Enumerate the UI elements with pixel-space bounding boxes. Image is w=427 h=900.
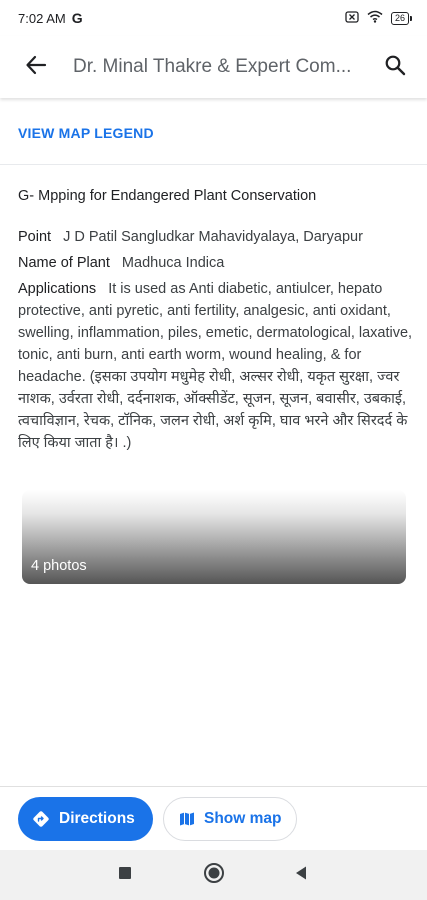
recents-square-icon <box>118 866 132 885</box>
place-details: G- Mpping for Endangered Plant Conservat… <box>18 186 413 458</box>
bottom-divider <box>0 786 427 787</box>
status-right: 26 <box>345 10 413 27</box>
directions-icon <box>32 810 50 828</box>
field-point: Point J D Patil Sangludkar Mahavidyalaya… <box>18 226 413 248</box>
search-icon <box>384 54 406 81</box>
back-triangle-icon <box>294 865 308 886</box>
photos-thumbnail[interactable]: 4 photos <box>22 490 406 584</box>
view-map-legend-link[interactable]: VIEW MAP LEGEND <box>18 125 154 141</box>
wifi-icon <box>367 10 383 26</box>
place-title: G- Mpping for Endangered Plant Conservat… <box>18 188 317 204</box>
sim-off-icon <box>345 10 359 27</box>
map-icon <box>178 810 196 828</box>
directions-label: Directions <box>59 810 135 827</box>
field-label: Point <box>18 229 52 245</box>
status-bar: 7:02 AM G 26 <box>0 0 427 36</box>
section-divider <box>0 164 427 165</box>
app-bar-title: Dr. Minal Thakre & Expert Com... <box>73 56 352 77</box>
system-nav-bar <box>0 850 427 900</box>
home-button[interactable] <box>189 850 239 900</box>
field-applications: Applications It is used as Anti diabetic… <box>18 278 413 454</box>
back-arrow-icon <box>25 54 47 81</box>
status-time: 7:02 AM <box>18 10 66 26</box>
search-button[interactable] <box>367 39 423 95</box>
recents-button[interactable] <box>100 850 150 900</box>
google-notification-icon: G <box>71 10 83 26</box>
status-left: 7:02 AM G <box>18 10 83 26</box>
field-value: It is used as Anti diabetic, antiulcer, … <box>18 281 413 451</box>
app-bar: Dr. Minal Thakre & Expert Com... <box>0 36 427 98</box>
directions-button[interactable]: Directions <box>18 797 153 841</box>
field-label: Applications <box>18 281 97 297</box>
show-map-label: Show map <box>204 810 282 827</box>
show-map-button[interactable]: Show map <box>163 797 297 841</box>
home-circle-icon <box>203 862 225 889</box>
field-label: Name of Plant <box>18 255 110 271</box>
back-button[interactable] <box>8 39 64 95</box>
field-value: J D Patil Sangludkar Mahavidyalaya, Dary… <box>63 229 363 245</box>
system-back-button[interactable] <box>276 850 326 900</box>
field-plant-name: Name of Plant Madhuca Indica <box>18 252 413 274</box>
battery-icon: 26 <box>390 11 413 25</box>
photos-count-label: 4 photos <box>31 558 87 574</box>
field-value: Madhuca Indica <box>121 255 225 271</box>
